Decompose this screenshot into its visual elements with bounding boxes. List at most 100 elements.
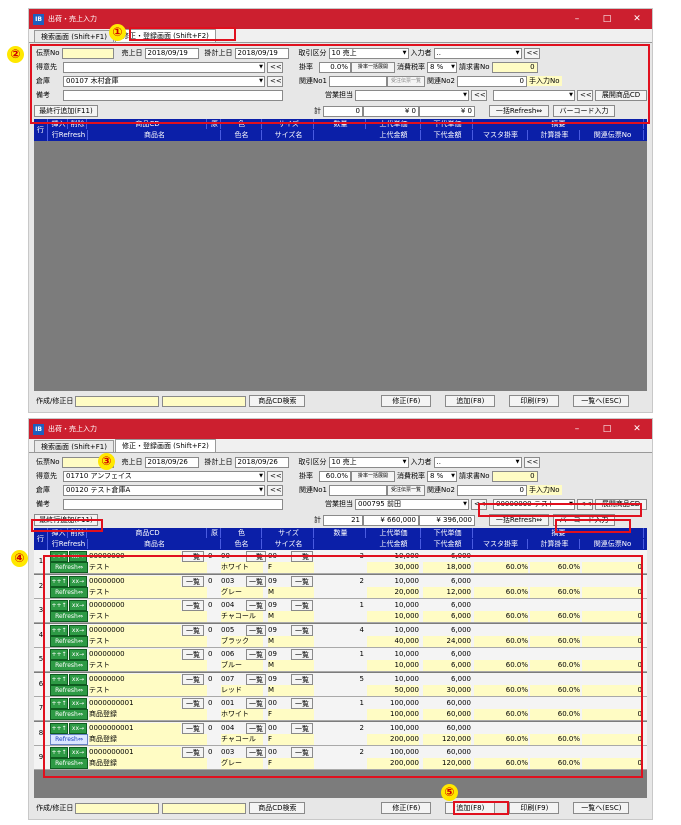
nyuryokusha-lookup-button[interactable]: << [523, 456, 540, 468]
tab-edit[interactable]: 修正・登録画面 (Shift+F2) [114, 439, 216, 452]
size-list-button[interactable]: 一覧 [291, 575, 313, 587]
color-list-button[interactable]: 一覧 [246, 624, 266, 636]
color-list-button[interactable]: 一覧 [246, 649, 266, 660]
close-icon[interactable]: ✕ [622, 424, 652, 434]
kanren2-field[interactable]: 0 [456, 75, 527, 87]
row-refresh-button[interactable]: Refresh⇔ [50, 660, 88, 671]
table-row[interactable]: 7 ++↑ xx→ Refresh⇔ 0000000001 一覧 0 001 一覧 00 一覧 1 10… [34, 697, 647, 721]
insert-row-button[interactable]: ++↑ [50, 747, 68, 758]
shohin-list-button[interactable]: 一覧 [182, 649, 204, 660]
insert-row-button[interactable]: ++↑ [50, 575, 68, 587]
delete-row-button[interactable]: xx→ [69, 551, 87, 562]
upper-price-cell[interactable]: 10,000 [367, 600, 420, 611]
kanren1-field[interactable] [328, 484, 387, 496]
close-icon[interactable]: ✕ [622, 14, 652, 24]
size-list-button[interactable]: 一覧 [291, 747, 313, 758]
tab-edit[interactable]: 修正・登録画面 (Shift+F2) [114, 29, 216, 42]
delete-row-button[interactable]: xx→ [69, 624, 87, 636]
eigyo-select[interactable]: 000795 前田 [355, 498, 469, 510]
tenkai-select[interactable]: 00000000 テスト [493, 498, 575, 510]
biko-field[interactable] [63, 89, 283, 101]
denpyo-field[interactable] [61, 47, 114, 59]
color-cell[interactable]: 007 [221, 674, 245, 685]
lower-price-cell[interactable]: 6,000 [423, 576, 471, 587]
row-refresh-button[interactable]: Refresh⇔ [50, 586, 88, 598]
row-refresh-button[interactable]: Refresh⇔ [50, 611, 88, 622]
size-list-button[interactable]: 一覧 [291, 600, 313, 611]
size-list-button[interactable]: 一覧 [291, 649, 313, 660]
tenkai-lookup-button[interactable]: << [577, 89, 593, 101]
color-list-button[interactable]: 一覧 [246, 600, 266, 611]
soko-select[interactable]: 00107 木村倉庫 [63, 75, 265, 87]
shohin-cd-cell[interactable]: 0000000001 [89, 722, 181, 734]
upper-price-cell[interactable]: 10,000 [367, 576, 420, 587]
kakeritsu-expand-button[interactable]: 掛率一括展開 [351, 470, 395, 482]
size-list-button[interactable]: 一覧 [291, 698, 313, 709]
table-row[interactable]: 4 ++↑ xx→ Refresh⇔ 00000000 一覧 0 005 一覧 09 一覧 4 10,0… [34, 623, 647, 648]
size-list-button[interactable]: 一覧 [291, 624, 313, 636]
delete-row-button[interactable]: xx→ [69, 649, 87, 660]
kanren2-field[interactable]: 0 [456, 484, 527, 496]
row-refresh-button[interactable]: Refresh⇔ [50, 758, 88, 769]
row-refresh-button[interactable]: Refresh⇔ [50, 709, 88, 720]
minimize-icon[interactable]: – [562, 424, 592, 434]
kakeuebi-field[interactable]: 2018/09/26 [234, 456, 289, 468]
kanren1-field[interactable] [328, 75, 387, 87]
color-list-button[interactable]: 一覧 [246, 722, 266, 734]
qty-cell[interactable]: 2 [316, 747, 364, 758]
table-row[interactable]: 9 ++↑ xx→ Refresh⇔ 0000000001 一覧 0 003 一覧 00 一覧 2 10… [34, 746, 647, 770]
soko-select[interactable]: 00120 テスト倉庫A [63, 484, 265, 496]
tokuisaki-lookup-button[interactable]: << [267, 470, 283, 482]
minimize-icon[interactable]: – [562, 14, 592, 24]
insert-row-button[interactable]: ++↑ [50, 722, 68, 734]
back-to-list-button[interactable]: 一覧へ(ESC) [573, 802, 630, 814]
shohin-list-button[interactable]: 一覧 [182, 722, 204, 734]
table-row[interactable]: 3 ++↑ xx→ Refresh⇔ 00000000 一覧 0 004 一覧 09 一覧 1 10,0… [34, 599, 647, 623]
color-cell[interactable]: 001 [221, 698, 245, 709]
qty-cell[interactable]: 2 [316, 723, 364, 734]
uriagebi-field[interactable]: 2018/09/19 [144, 47, 199, 59]
color-list-button[interactable]: 一覧 [246, 551, 266, 562]
color-list-button[interactable]: 一覧 [246, 575, 266, 587]
seikyu-field[interactable]: 0 [491, 61, 538, 73]
size-cell[interactable]: 09 [268, 674, 290, 685]
delete-row-button[interactable]: xx→ [69, 673, 87, 685]
lower-price-cell[interactable]: 6,000 [423, 600, 471, 611]
tenkai-select[interactable] [493, 89, 575, 101]
maximize-icon[interactable]: □ [592, 424, 622, 434]
lower-price-cell[interactable]: 6,000 [423, 649, 471, 660]
shohin-search-button[interactable]: 商品CD検索 [249, 395, 306, 407]
juchu-list-button[interactable]: 受注伝票一覧 [386, 75, 425, 87]
tokuisaki-lookup-button[interactable]: << [267, 61, 283, 73]
nyuryokusha-select[interactable]: .. [433, 456, 522, 468]
lower-price-cell[interactable]: 60,000 [423, 698, 472, 709]
nyuryokusha-select[interactable]: .. [433, 47, 522, 59]
color-cell[interactable]: 00 [221, 551, 245, 562]
shohin-cd-cell[interactable]: 0000000001 [89, 698, 181, 709]
insert-row-button[interactable]: ++↑ [50, 600, 68, 611]
upper-price-cell[interactable]: 10,000 [367, 551, 420, 562]
color-cell[interactable]: 005 [221, 625, 245, 636]
shohin-list-button[interactable]: 一覧 [182, 575, 204, 587]
size-list-button[interactable]: 一覧 [291, 722, 313, 734]
upper-price-cell[interactable]: 100,000 [367, 747, 419, 758]
torihiki-select[interactable]: 10 売上 [328, 47, 409, 59]
shohin-list-button[interactable]: 一覧 [182, 673, 204, 685]
shohin-list-button[interactable]: 一覧 [182, 698, 204, 709]
shohin-cd-cell[interactable]: 00000000 [89, 600, 181, 611]
table-row[interactable]: 8 ++↑ xx→ Refresh⇔ 0000000001 一覧 0 004 一覧 00 一覧 2 10… [34, 721, 647, 746]
lower-price-cell[interactable]: 6,000 [423, 551, 471, 562]
maximize-icon[interactable]: □ [592, 14, 622, 24]
shohin-list-button[interactable]: 一覧 [182, 624, 204, 636]
table-row[interactable]: 2 ++↑ xx→ Refresh⇔ 00000000 一覧 0 003 一覧 09 一覧 2 10,0… [34, 574, 647, 599]
shohin-list-button[interactable]: 一覧 [182, 747, 204, 758]
shohin-list-button[interactable]: 一覧 [182, 600, 204, 611]
upper-price-cell[interactable]: 10,000 [367, 674, 420, 685]
size-cell[interactable]: 00 [268, 723, 290, 734]
color-cell[interactable]: 003 [221, 576, 245, 587]
add-last-row-button[interactable]: 最終行追加(F11) [34, 105, 98, 117]
tokuisaki-select[interactable]: 01710 アンフェイス [63, 470, 265, 482]
shohin-cd-cell[interactable]: 00000000 [89, 624, 181, 636]
insert-row-button[interactable]: ++↑ [50, 649, 68, 660]
size-cell[interactable]: 09 [268, 600, 290, 611]
